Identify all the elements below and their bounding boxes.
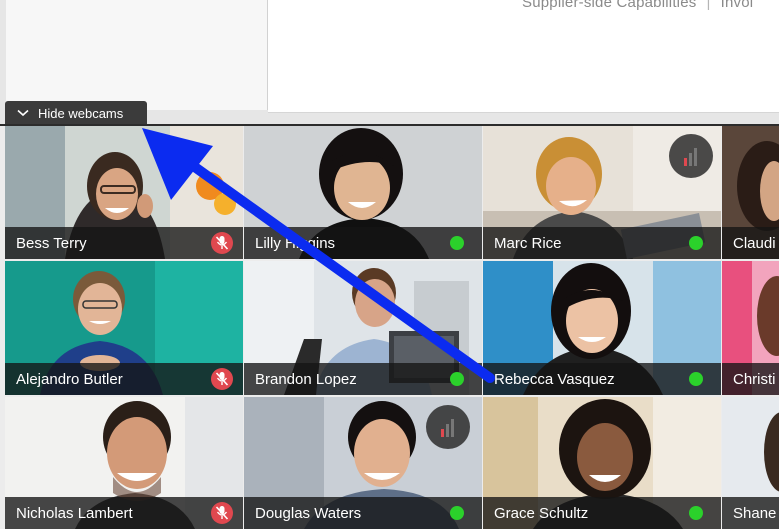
participant-name: Shane (733, 505, 777, 522)
webcam-tile[interactable]: Nicholas Lambert (5, 397, 243, 529)
online-status-icon (689, 236, 703, 250)
mic-muted-icon[interactable] (211, 232, 233, 254)
chevron-down-icon (17, 109, 29, 117)
webcam-tile[interactable]: Marc Rice (483, 126, 721, 259)
online-status-icon (689, 372, 703, 386)
webcam-tile[interactable]: Lilly Higgins (244, 126, 482, 259)
left-panel (6, 0, 268, 110)
participant-name: Bess Terry (16, 235, 87, 252)
slide-header-left: Supplier-side Capabilities (522, 0, 697, 11)
webcam-tile[interactable]: Claudi (722, 126, 779, 259)
online-status-icon (450, 236, 464, 250)
slide-header-right: Invoi (720, 0, 754, 11)
signal-strength-icon (426, 405, 470, 449)
webcam-tile[interactable]: Shane (722, 397, 779, 529)
webcam-tile[interactable]: Alejandro Butler (5, 261, 243, 395)
participant-name: Christi (733, 371, 776, 388)
hide-webcams-button[interactable]: Hide webcams (5, 101, 147, 125)
participant-name: Rebecca Vasquez (494, 371, 615, 388)
participant-name: Claudi (733, 235, 776, 252)
participant-name: Brandon Lopez (255, 371, 357, 388)
mic-muted-icon[interactable] (211, 368, 233, 390)
webcam-meeting-view: Supplier-side Capabilities | Invoi Hide we… (0, 0, 779, 529)
signal-strength-icon (669, 134, 713, 178)
participant-name: Nicholas Lambert (16, 505, 133, 522)
slide-frame: Supplier-side Capabilities | Invoi (268, 0, 779, 113)
webcam-tile[interactable]: Douglas Waters (244, 397, 482, 529)
hide-webcams-label: Hide webcams (38, 105, 124, 121)
participant-name: Grace Schultz (494, 505, 589, 522)
webcam-tile[interactable]: Grace Schultz (483, 397, 721, 529)
webcam-tile[interactable]: Brandon Lopez (244, 261, 482, 395)
online-status-icon (689, 506, 703, 520)
slide-header: Supplier-side Capabilities | Invoi (522, 0, 753, 11)
webcam-tile[interactable]: Christi (722, 261, 779, 395)
participant-name: Alejandro Butler (16, 371, 123, 388)
online-status-icon (450, 372, 464, 386)
webcam-tile[interactable]: Bess Terry (5, 126, 243, 259)
slide-header-separator: | (706, 0, 711, 11)
participant-name: Marc Rice (494, 235, 562, 252)
online-status-icon (450, 506, 464, 520)
participant-name: Douglas Waters (255, 505, 362, 522)
mic-muted-icon[interactable] (211, 502, 233, 524)
webcam-tile[interactable]: Rebecca Vasquez (483, 261, 721, 395)
participant-name: Lilly Higgins (255, 235, 336, 252)
